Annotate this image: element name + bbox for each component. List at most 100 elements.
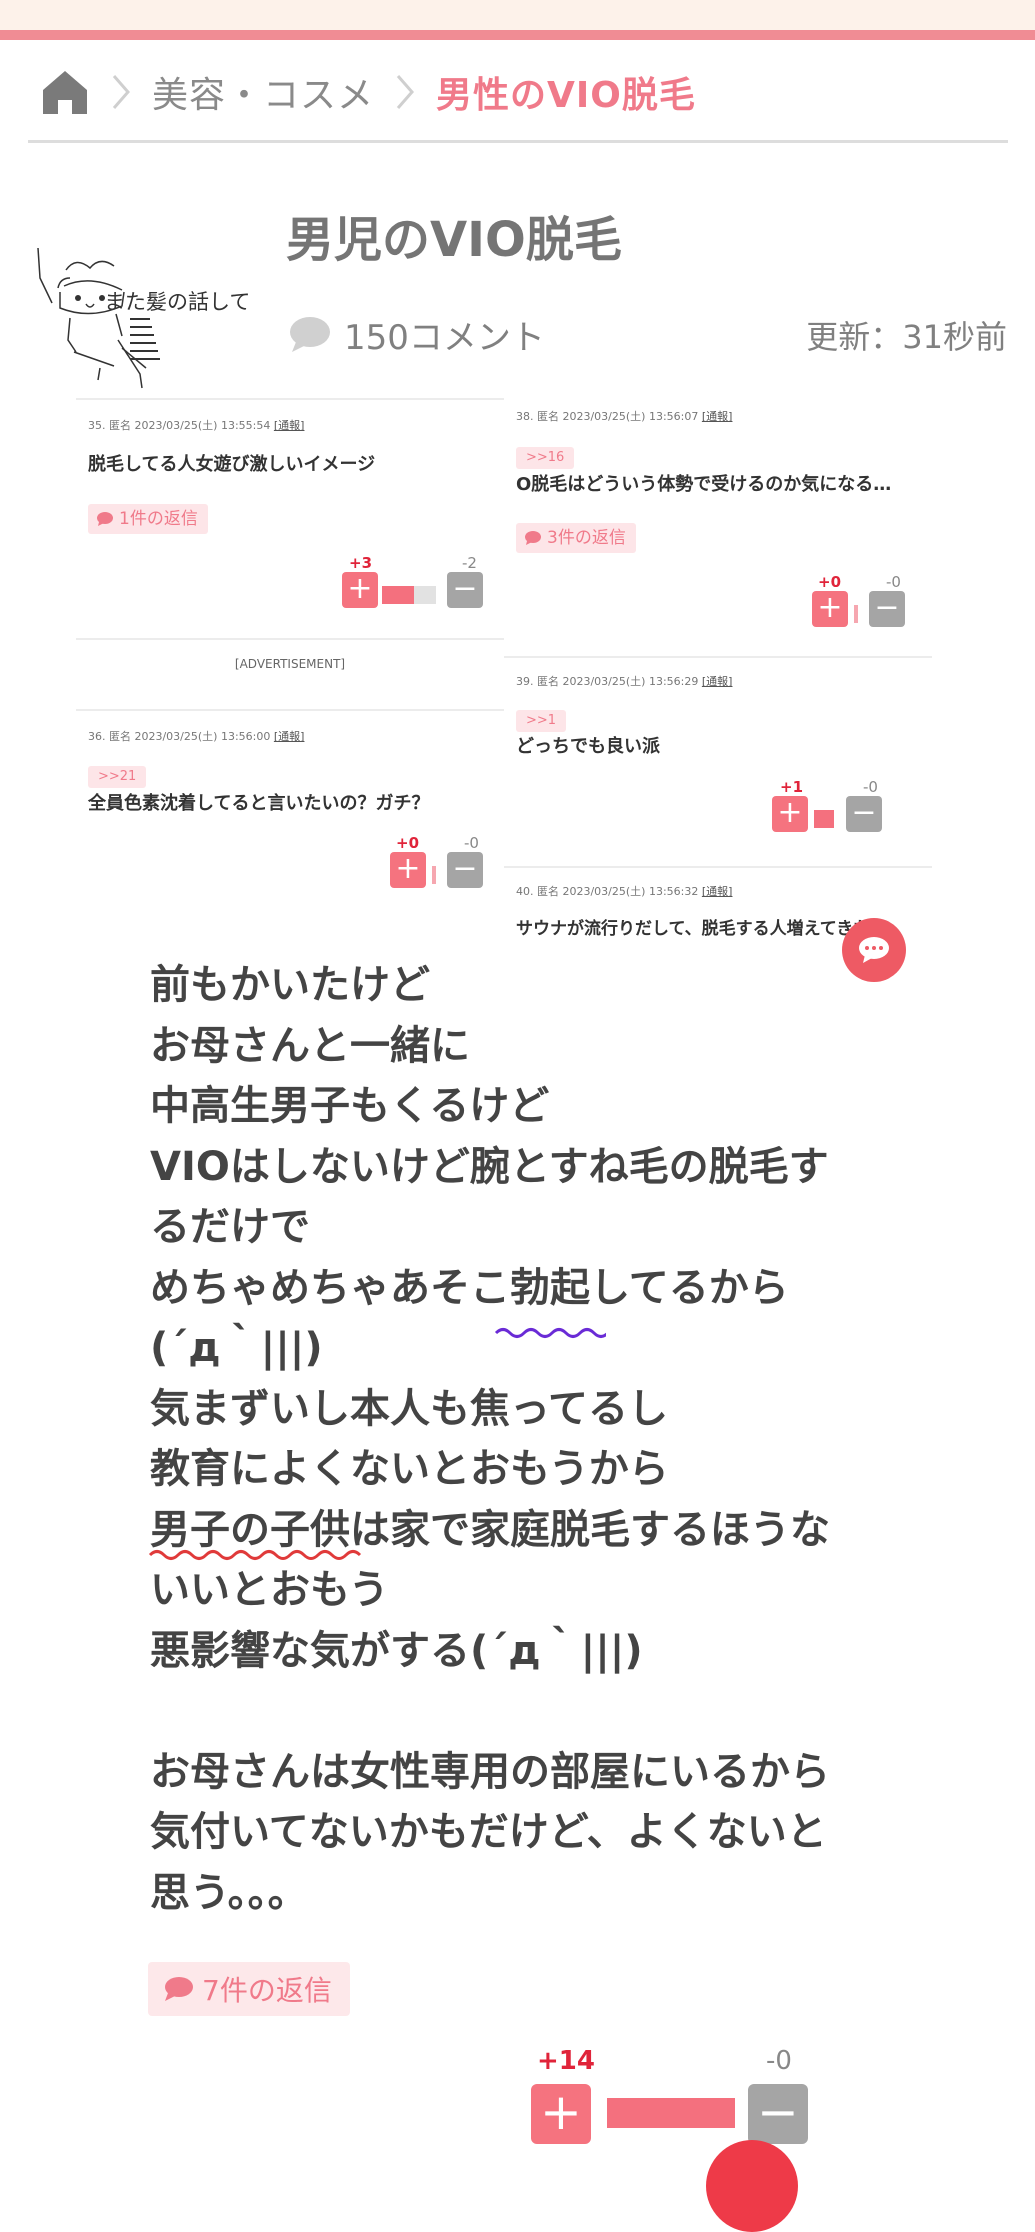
chat-fab[interactable] (842, 918, 906, 982)
comment-line: 中高生男子もくるけど (150, 1083, 550, 1129)
minus-button[interactable]: − (846, 796, 882, 832)
breadcrumb: 美容・コスメ 男性のVIO脱毛 (40, 62, 696, 122)
comment-text: どっちでも良い派 (516, 736, 660, 757)
speech-bubble-icon (290, 317, 330, 352)
breadcrumb-category[interactable]: 美容・コスメ (152, 66, 374, 118)
plus-count: +14 (537, 2046, 595, 2076)
comment-line: VIOはしないけど腕とすね毛の脱毛す (150, 1143, 829, 1190)
plus-button[interactable]: + (772, 796, 808, 832)
anchor-link[interactable]: >>21 (88, 766, 147, 788)
comment-line: 前もかいたけど (150, 962, 430, 1008)
speech-bubble-icon (525, 531, 541, 545)
comment-text: 脱毛してる人女遊び激しいイメージ (88, 454, 376, 475)
comment-text: 全員色素沈着してると言いたいの？ガチ？ (88, 793, 430, 814)
spellcheck-underline (494, 1328, 606, 1338)
comment-line (150, 1681, 850, 1742)
vote-widget: +0 -0 + − (812, 573, 962, 629)
reply-count-label: 7件の返信 (202, 1974, 332, 2007)
minus-button[interactable]: − (748, 2084, 808, 2144)
comment-line: 気まずいし本人も焦ってるし (150, 1385, 668, 1432)
vote-widget: +3 -2 + − (340, 554, 490, 610)
embedded-comment-35: 35. 匿名 2023/03/25(土) 13:55:54 [通報] 脱毛してる… (76, 398, 504, 640)
report-link[interactable]: [通報] (702, 675, 733, 688)
speech-bubble-icon (97, 512, 113, 526)
comment-line: 気付いてないかもだけど、よくないと (150, 1809, 827, 1855)
reply-chip[interactable]: 3件の返信 (516, 523, 636, 553)
ad-slot: [ADVERTISEMENT] (76, 638, 504, 710)
vote-ratio-fill (854, 605, 858, 623)
plus-count: +0 (396, 834, 420, 852)
report-link[interactable]: [通報] (274, 730, 305, 743)
comment-line: 悪影響な気がする(´д｀|||) (150, 1627, 643, 1674)
top-band (0, 0, 1035, 30)
minus-count: -0 (863, 778, 878, 796)
plus-count: +3 (349, 554, 373, 572)
comment-meta: 38. 匿名 2023/03/25(土) 13:56:07 [通報] (516, 410, 733, 423)
comment-line: るだけで (150, 1204, 310, 1250)
embedded-comment-36: 36. 匿名 2023/03/25(土) 13:56:00 [通報] >>21 … (76, 709, 504, 926)
report-link[interactable]: [通報] (702, 885, 733, 898)
bottom-fab[interactable] (706, 2140, 798, 2232)
comment-meta: 35. 匿名 2023/03/25(土) 13:55:54 [通報] (88, 419, 305, 432)
plus-button[interactable]: + (390, 852, 426, 888)
minus-button[interactable]: − (869, 591, 905, 627)
comment-body: 前もかいたけど お母さんと一緒に 中高生男子もくるけど VIOはしないけど腕とす… (150, 955, 850, 1923)
breadcrumb-current[interactable]: 男性のVIO脱毛 (436, 66, 696, 118)
vote-ratio-bar (382, 586, 436, 604)
reply-chip[interactable]: 1件の返信 (88, 504, 208, 534)
plus-count: +0 (818, 573, 842, 591)
minus-count: -0 (766, 2046, 792, 2076)
vote-ratio-remainder (414, 586, 436, 604)
minus-button[interactable]: − (447, 852, 483, 888)
comment-line: お母さんは女性専用の部屋にいるから (150, 1748, 830, 1795)
comment-text: O脱毛はどういう体勢で受けるのか気になる… (516, 474, 892, 495)
home-icon[interactable] (40, 68, 90, 116)
vote-ratio-fill (814, 810, 834, 828)
vote-ratio-bar (854, 605, 858, 623)
speech-bubble-icon (165, 1977, 193, 2001)
chevron-right-icon (394, 72, 416, 112)
vote-ratio-bar (814, 810, 834, 828)
minus-count: -0 (464, 834, 479, 852)
reply-chip-label: 1件の返信 (119, 509, 198, 529)
vote-ratio-fill (607, 2098, 735, 2128)
chevron-right-icon (110, 72, 132, 112)
plus-button[interactable]: + (812, 591, 848, 627)
top-accent-line (0, 30, 1035, 40)
breadcrumb-divider (28, 140, 1008, 143)
minus-button[interactable]: − (447, 572, 483, 608)
updated-time: 更新：31秒前 (806, 318, 1007, 356)
ascii-art-caption: また髪の話して (104, 290, 251, 314)
comment-meta: 36. 匿名 2023/03/25(土) 13:56:00 [通報] (88, 730, 305, 743)
comment-count-label: 150コメント (344, 317, 545, 358)
vote-ratio-bar (432, 866, 436, 884)
plus-count: +1 (780, 778, 804, 796)
vote-widget: +1 -0 + − (772, 778, 922, 834)
embedded-comment-38: 38. 匿名 2023/03/25(土) 13:56:07 [通報] >>16 … (504, 398, 932, 656)
anchor-link[interactable]: >>1 (516, 710, 567, 732)
chat-icon (859, 937, 889, 963)
minus-count: -2 (462, 554, 477, 572)
comment-line: めちゃめちゃあそこ勃起してるから (150, 1264, 789, 1311)
report-link[interactable]: [通報] (274, 419, 305, 432)
embedded-screenshot: 35. 匿名 2023/03/25(土) 13:55:54 [通報] 脱毛してる… (76, 398, 932, 982)
anchor-link[interactable]: >>16 (516, 447, 575, 469)
reply-chip-label: 3件の返信 (547, 528, 626, 548)
embedded-comment-39: 39. 匿名 2023/03/25(土) 13:56:29 [通報] >>1 ど… (504, 656, 932, 868)
comment-meta: 40. 匿名 2023/03/25(土) 13:56:32 [通報] (516, 885, 733, 898)
ad-label: [ADVERTISEMENT] (234, 657, 346, 671)
comment-count[interactable]: 150コメント (286, 310, 545, 358)
comment-line: いいとおもう (150, 1567, 389, 1613)
plus-button[interactable]: + (342, 572, 378, 608)
plus-button[interactable]: + (531, 2084, 591, 2144)
vote-ratio-fill (432, 866, 436, 884)
vote-ratio-fill (382, 586, 415, 604)
report-link[interactable]: [通報] (702, 410, 733, 423)
reply-count-button[interactable]: 7件の返信 (148, 1962, 350, 2016)
comment-line: お母さんと一緒に (150, 1022, 470, 1069)
comment-line: 思う。。。 (150, 1869, 308, 1916)
page-title: 男児のVIO脱毛 (286, 212, 622, 268)
vote-ratio-bar (607, 2098, 735, 2128)
comment-line: 教育によくないとおもうから (150, 1446, 669, 1492)
spellcheck-underline (148, 1550, 362, 1560)
